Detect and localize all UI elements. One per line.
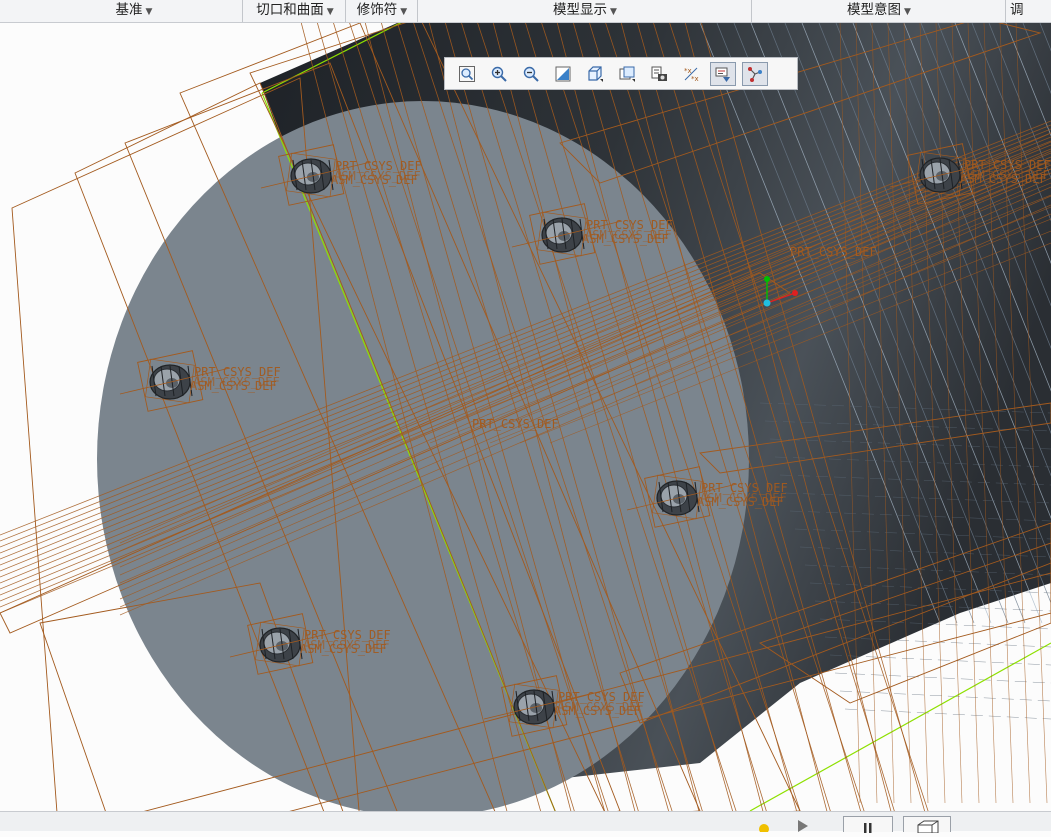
display-style-button[interactable] <box>582 62 608 86</box>
ribbon-group-label: 模型显示 <box>553 2 608 18</box>
status-bar <box>0 811 1051 834</box>
view-manager-icon <box>651 66 667 81</box>
csys-label: ASM_CSYS_DEF <box>585 228 672 242</box>
dropdown-arrow-icon: ▼ <box>400 7 408 17</box>
spin-center-button[interactable] <box>742 61 768 86</box>
ribbon-group-model-display[interactable]: 模型显示 ▼ <box>420 0 750 22</box>
ribbon-separator <box>751 0 752 22</box>
zoom-out-icon <box>523 66 539 82</box>
pause-button[interactable] <box>843 816 893 833</box>
saved-views-button[interactable] <box>614 62 640 86</box>
ribbon-group-cut-surface[interactable]: 切口和曲面 ▼ <box>245 0 345 22</box>
ribbon-group-label: 切口和曲面 <box>256 2 324 18</box>
svg-text:*x: *x <box>691 75 699 83</box>
repaint-button[interactable] <box>550 62 576 86</box>
dropdown-arrow-icon: ▼ <box>145 7 153 17</box>
csys-label: PRT_CSYS_DEF <box>472 417 559 431</box>
ribbon-separator <box>242 0 243 22</box>
ribbon-group-adjust[interactable]: 调 <box>1010 0 1051 22</box>
ribbon-group-bar: 基准 ▼ 切口和曲面 ▼ 修饰符 ▼ 模型显示 ▼ 模型意图 ▼ 调 <box>0 0 1051 23</box>
ribbon-separator <box>345 0 346 22</box>
annotation-display-button[interactable] <box>710 61 736 86</box>
ribbon-separator <box>1005 0 1006 22</box>
ribbon-group-label: 修饰符 <box>356 2 398 18</box>
csys-label: ASM_CSYS_DEF <box>193 375 280 389</box>
datum-display-icon: *x*x <box>684 67 699 83</box>
view-cube-button[interactable] <box>903 816 951 834</box>
display-style-icon <box>588 65 603 82</box>
repaint-icon <box>555 66 571 81</box>
dropdown-arrow-icon: ▼ <box>610 7 617 17</box>
graphics-window[interactable]: PRT_CSYS_DEF ASM_CSYS_DEF ASM_CSYS_DEF PRT_… <box>0 23 1051 811</box>
status-light-icon <box>759 824 769 832</box>
annotation-display-icon <box>715 67 730 82</box>
dropdown-arrow-icon: ▼ <box>326 7 334 17</box>
csys-label: PRT_CSYS_DEF <box>790 245 877 259</box>
spin-center-icon <box>748 66 762 82</box>
zoom-in-button[interactable] <box>486 62 512 86</box>
model-canvas[interactable]: PRT_CSYS_DEF ASM_CSYS_DEF ASM_CSYS_DEF PRT_… <box>0 23 1051 811</box>
ribbon-group-label: 模型意图 <box>847 2 902 18</box>
zoom-refit-icon <box>459 65 475 82</box>
csys-label: ASM_CSYS_DEF <box>303 638 390 652</box>
end-face-disk <box>97 101 749 811</box>
csys-label: ASM_CSYS_DEF <box>557 700 644 714</box>
ribbon-group-datum[interactable]: 基准 ▼ <box>84 0 184 22</box>
ribbon-group-model-intent[interactable]: 模型意图 ▼ <box>754 0 1004 22</box>
saved-views-icon <box>619 66 635 82</box>
csys-label: ASM_CSYS_DEF <box>700 491 787 505</box>
view-manager-button[interactable] <box>646 62 672 86</box>
view-toolbar: *x *x <box>444 57 798 90</box>
ribbon-group-label: 调 <box>1010 2 1024 18</box>
dropdown-arrow-icon: ▼ <box>904 7 911 17</box>
ribbon-group-modifiers[interactable]: 修饰符 ▼ <box>348 0 416 22</box>
csys-label: ASM_CSYS_DEF <box>963 168 1050 182</box>
zoom-out-button[interactable] <box>518 62 544 86</box>
datum-display-button[interactable]: *x *x <box>678 62 704 86</box>
csys-label: ASM_CSYS_DEF <box>334 169 421 183</box>
play-icon[interactable] <box>796 816 810 832</box>
zoom-in-icon <box>491 66 507 82</box>
ribbon-group-label: 基准 <box>115 2 143 18</box>
zoom-refit-button[interactable] <box>454 62 480 86</box>
ribbon-separator <box>417 0 418 22</box>
